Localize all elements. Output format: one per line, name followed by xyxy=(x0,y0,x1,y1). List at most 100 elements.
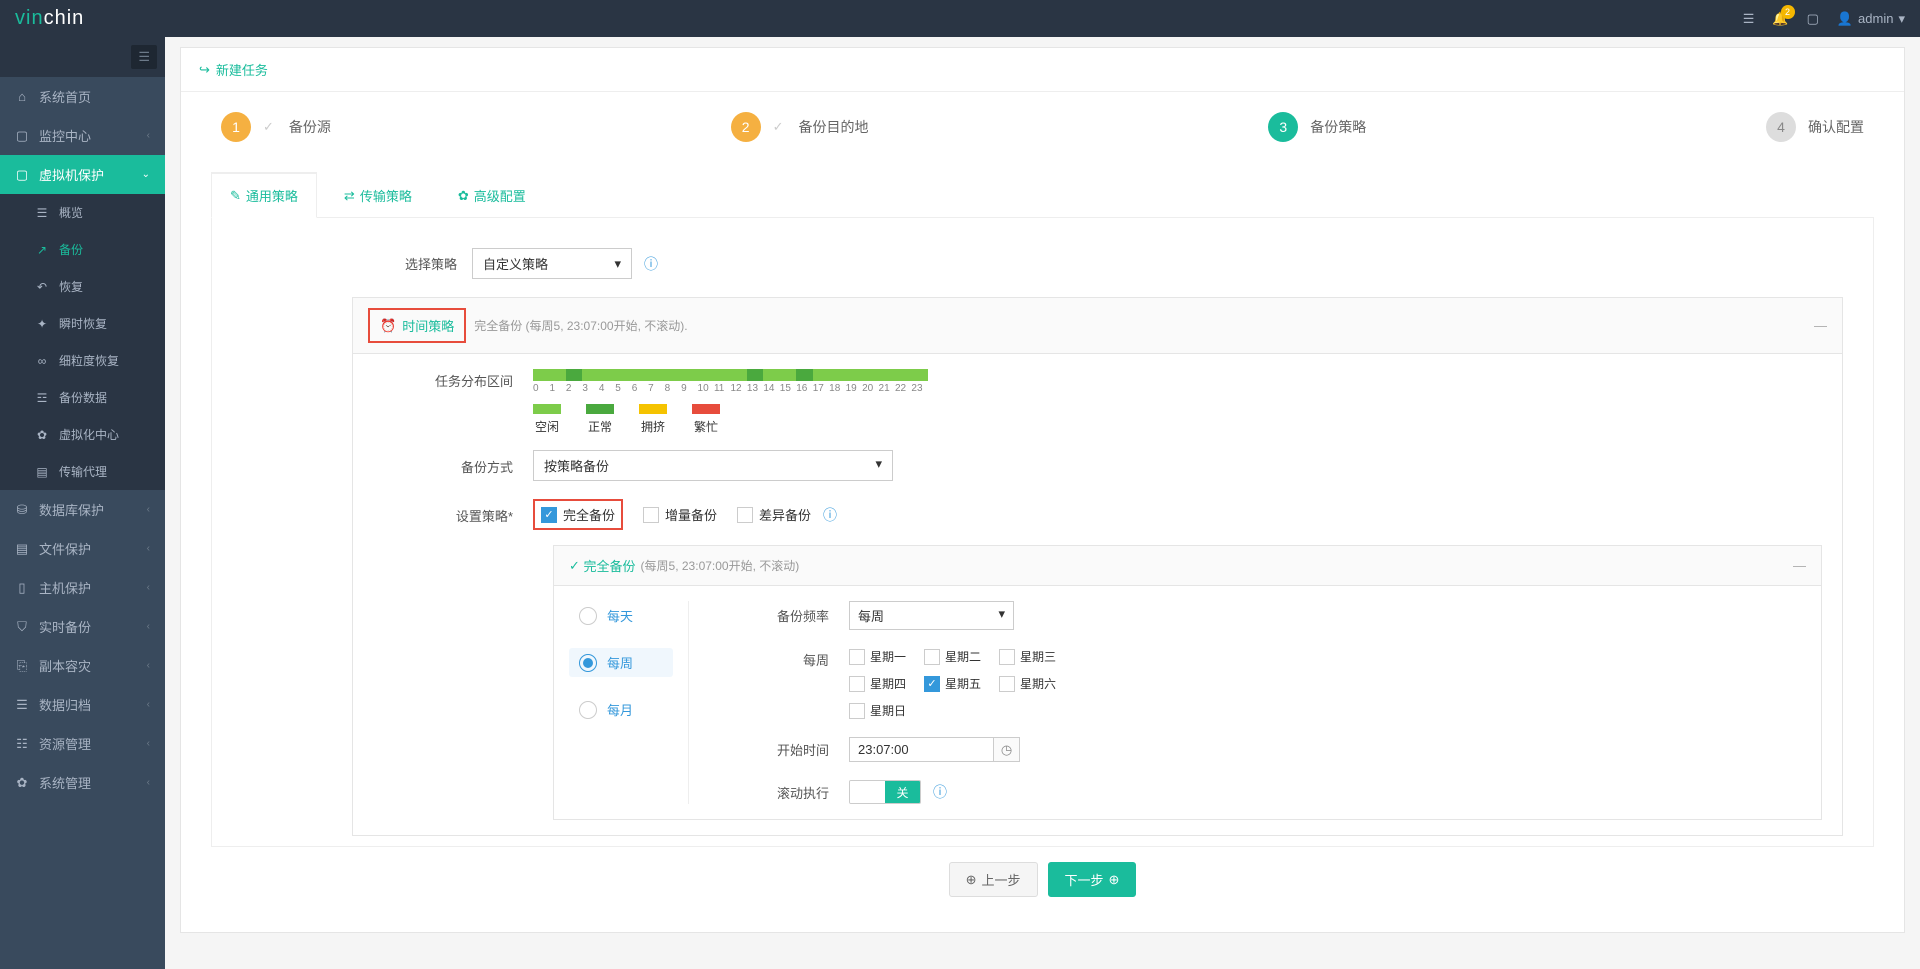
backup-type-checkbox[interactable]: 差异备份 xyxy=(737,505,811,524)
backup-type-checkbox[interactable]: 增量备份 xyxy=(643,505,717,524)
sidebar-item[interactable]: ▯主机保护‹ xyxy=(0,568,165,607)
wizard-step[interactable]: 3备份策略 xyxy=(1268,112,1366,142)
weekday-checkbox[interactable]: 星期一 xyxy=(849,648,906,665)
user-menu[interactable]: 👤admin▾ xyxy=(1837,11,1905,27)
sidebar-subitem[interactable]: ☰概览 xyxy=(0,194,165,231)
sidebar-item[interactable]: ⛉实时备份‹ xyxy=(0,607,165,646)
checkbox[interactable] xyxy=(849,649,865,665)
checkbox[interactable]: ✓ xyxy=(541,507,557,523)
row-start-time: 开始时间 23:07:00 ◷ xyxy=(769,737,1806,762)
sidebar-toggle-button[interactable]: ☰ xyxy=(131,45,157,69)
wizard-steps: 1 ✓ 备份源 2✓备份目的地 3备份策略 4确认配置 xyxy=(211,112,1874,142)
list-icon[interactable]: ☰ xyxy=(1743,11,1755,27)
input-start-time[interactable]: 23:07:00 xyxy=(849,737,994,762)
notif-badge: 2 xyxy=(1781,5,1795,19)
clock-button[interactable]: ◷ xyxy=(994,737,1020,762)
menu-icon: ▢ xyxy=(15,167,29,183)
weekday-checkbox[interactable]: 星期三 xyxy=(999,648,1056,665)
tab-icon: ⇄ xyxy=(344,188,355,204)
checkbox[interactable] xyxy=(924,649,940,665)
weekday-checkbox[interactable]: ✓星期五 xyxy=(924,675,981,692)
step-label: 备份源 xyxy=(289,117,331,137)
time-strategy-accordion: ⏰ 时间策略 完全备份 (每周5, 23:07:00开始, 不滚动). — 任务… xyxy=(352,297,1843,836)
sidebar-subitem[interactable]: ▤传输代理 xyxy=(0,453,165,490)
sidebar-subitem[interactable]: ∞细粒度恢复 xyxy=(0,342,165,379)
weekday-checkbox[interactable]: 星期六 xyxy=(999,675,1056,692)
notification-icon[interactable]: 🔔2 xyxy=(1772,11,1788,27)
chevron-icon: ⌄ xyxy=(142,169,150,180)
row-roll-execute: 滚动执行 关 ⓘ xyxy=(769,780,1806,804)
weekday-checkbox[interactable]: 星期四 xyxy=(849,675,906,692)
freq-radio[interactable]: 每月 xyxy=(569,695,673,724)
info-icon[interactable]: ⓘ xyxy=(644,254,658,274)
checkbox[interactable] xyxy=(737,507,753,523)
monitor-icon[interactable]: ▢ xyxy=(1807,11,1819,27)
chevron-icon: ‹ xyxy=(147,130,150,141)
full-backup-header[interactable]: ✓ 完全备份 (每周5, 23:07:00开始, 不滚动) — xyxy=(554,546,1821,586)
freq-radio[interactable]: 每天 xyxy=(569,601,673,630)
checkbox[interactable]: ✓ xyxy=(924,676,940,692)
select-strategy-dropdown[interactable]: 自定义策略 ▾ xyxy=(472,248,632,279)
chevron-icon: ‹ xyxy=(147,738,150,749)
sidebar-item[interactable]: ⛁数据库保护‹ xyxy=(0,490,165,529)
label-start-time: 开始时间 xyxy=(769,740,849,759)
tab[interactable]: ⇄传输策略 xyxy=(325,172,431,218)
collapse-icon[interactable]: — xyxy=(1793,558,1806,573)
sidebar-item[interactable]: ⌂系统首页 xyxy=(0,77,165,116)
sidebar-item[interactable]: ▢监控中心‹ xyxy=(0,116,165,155)
sidebar-item[interactable]: ▢虚拟机保护⌄ xyxy=(0,155,165,194)
collapse-icon[interactable]: — xyxy=(1814,318,1827,333)
wizard-step[interactable]: 4确认配置 xyxy=(1766,112,1864,142)
select-backup-mode[interactable]: 按策略备份 ▾ xyxy=(533,450,893,481)
checkbox[interactable] xyxy=(849,676,865,692)
toggle-roll-execute[interactable]: 关 xyxy=(849,780,921,804)
next-button[interactable]: 下一步⊕ xyxy=(1048,862,1137,897)
tabs: ✎通用策略⇄传输策略✿高级配置 xyxy=(211,172,1874,218)
weekday-checkbox[interactable]: 星期日 xyxy=(849,702,906,719)
checkbox[interactable] xyxy=(849,703,865,719)
info-icon[interactable]: ⓘ xyxy=(823,505,837,525)
checkbox[interactable] xyxy=(999,649,1015,665)
sidebar-item[interactable]: ☷资源管理‹ xyxy=(0,724,165,763)
sidebar-subitem[interactable]: ✿虚拟化中心 xyxy=(0,416,165,453)
row-backup-mode: 备份方式 按策略备份 ▾ xyxy=(423,450,1822,481)
row-backup-frequency: 备份频率 每周 ▾ xyxy=(769,601,1806,630)
step-number: 1 xyxy=(221,112,251,142)
prev-button[interactable]: ⊕上一步 xyxy=(949,862,1038,897)
wizard-step[interactable]: 2✓备份目的地 xyxy=(731,112,869,142)
sidebar-subitem[interactable]: ✦瞬时恢复 xyxy=(0,305,165,342)
weekday-checkbox[interactable]: 星期二 xyxy=(924,648,981,665)
panel: ↪ 新建任务 1✓备份源2✓备份目的地3备份策略4确认配置 ✎通用策略⇄传输策略… xyxy=(180,47,1905,933)
sidebar-subitem[interactable]: ↗备份 xyxy=(0,231,165,268)
menu-icon: ▢ xyxy=(15,128,29,144)
full-backup-panel: ✓ 完全备份 (每周5, 23:07:00开始, 不滚动) — 每天每周每月 xyxy=(553,545,1822,820)
menu-icon: ⛉ xyxy=(15,619,29,635)
tab[interactable]: ✿高级配置 xyxy=(439,172,545,218)
sidebar-subitem[interactable]: ↶恢复 xyxy=(0,268,165,305)
wizard-step[interactable]: 1 ✓ 备份源 xyxy=(221,112,331,142)
caret-down-icon: ▾ xyxy=(875,456,882,475)
select-backup-freq[interactable]: 每周 ▾ xyxy=(849,601,1014,630)
backup-type-checkbox[interactable]: ✓完全备份 xyxy=(533,499,623,530)
row-task-distribution: 任务分布区间 xyxy=(423,369,1822,435)
label-week: 每周 xyxy=(769,648,849,669)
freq-radio[interactable]: 每周 xyxy=(569,648,673,677)
accordion-header[interactable]: ⏰ 时间策略 完全备份 (每周5, 23:07:00开始, 不滚动). — xyxy=(353,298,1842,354)
time-strategy-title: ⏰ 时间策略 xyxy=(368,308,466,343)
sidebar-item[interactable]: ✿系统管理‹ xyxy=(0,763,165,802)
label-backup-mode: 备份方式 xyxy=(423,455,533,476)
menu-icon: ☰ xyxy=(35,206,49,220)
checkbox[interactable] xyxy=(643,507,659,523)
clock-icon: ⏰ xyxy=(380,318,396,334)
check-icon: ✓ xyxy=(263,119,274,135)
sidebar-item[interactable]: ☰数据归档‹ xyxy=(0,685,165,724)
info-icon[interactable]: ⓘ xyxy=(933,782,947,802)
sidebar-item[interactable]: ⎘副本容灾‹ xyxy=(0,646,165,685)
menu-icon: ⎘ xyxy=(15,658,29,674)
sidebar-subitem[interactable]: ☲备份数据 xyxy=(0,379,165,416)
menu-icon: ☲ xyxy=(35,391,49,405)
sidebar-item[interactable]: ▤文件保护‹ xyxy=(0,529,165,568)
tab[interactable]: ✎通用策略 xyxy=(211,172,317,218)
top-header: vinchin ☰ 🔔2 ▢ 👤admin▾ xyxy=(0,0,1920,37)
checkbox[interactable] xyxy=(999,676,1015,692)
